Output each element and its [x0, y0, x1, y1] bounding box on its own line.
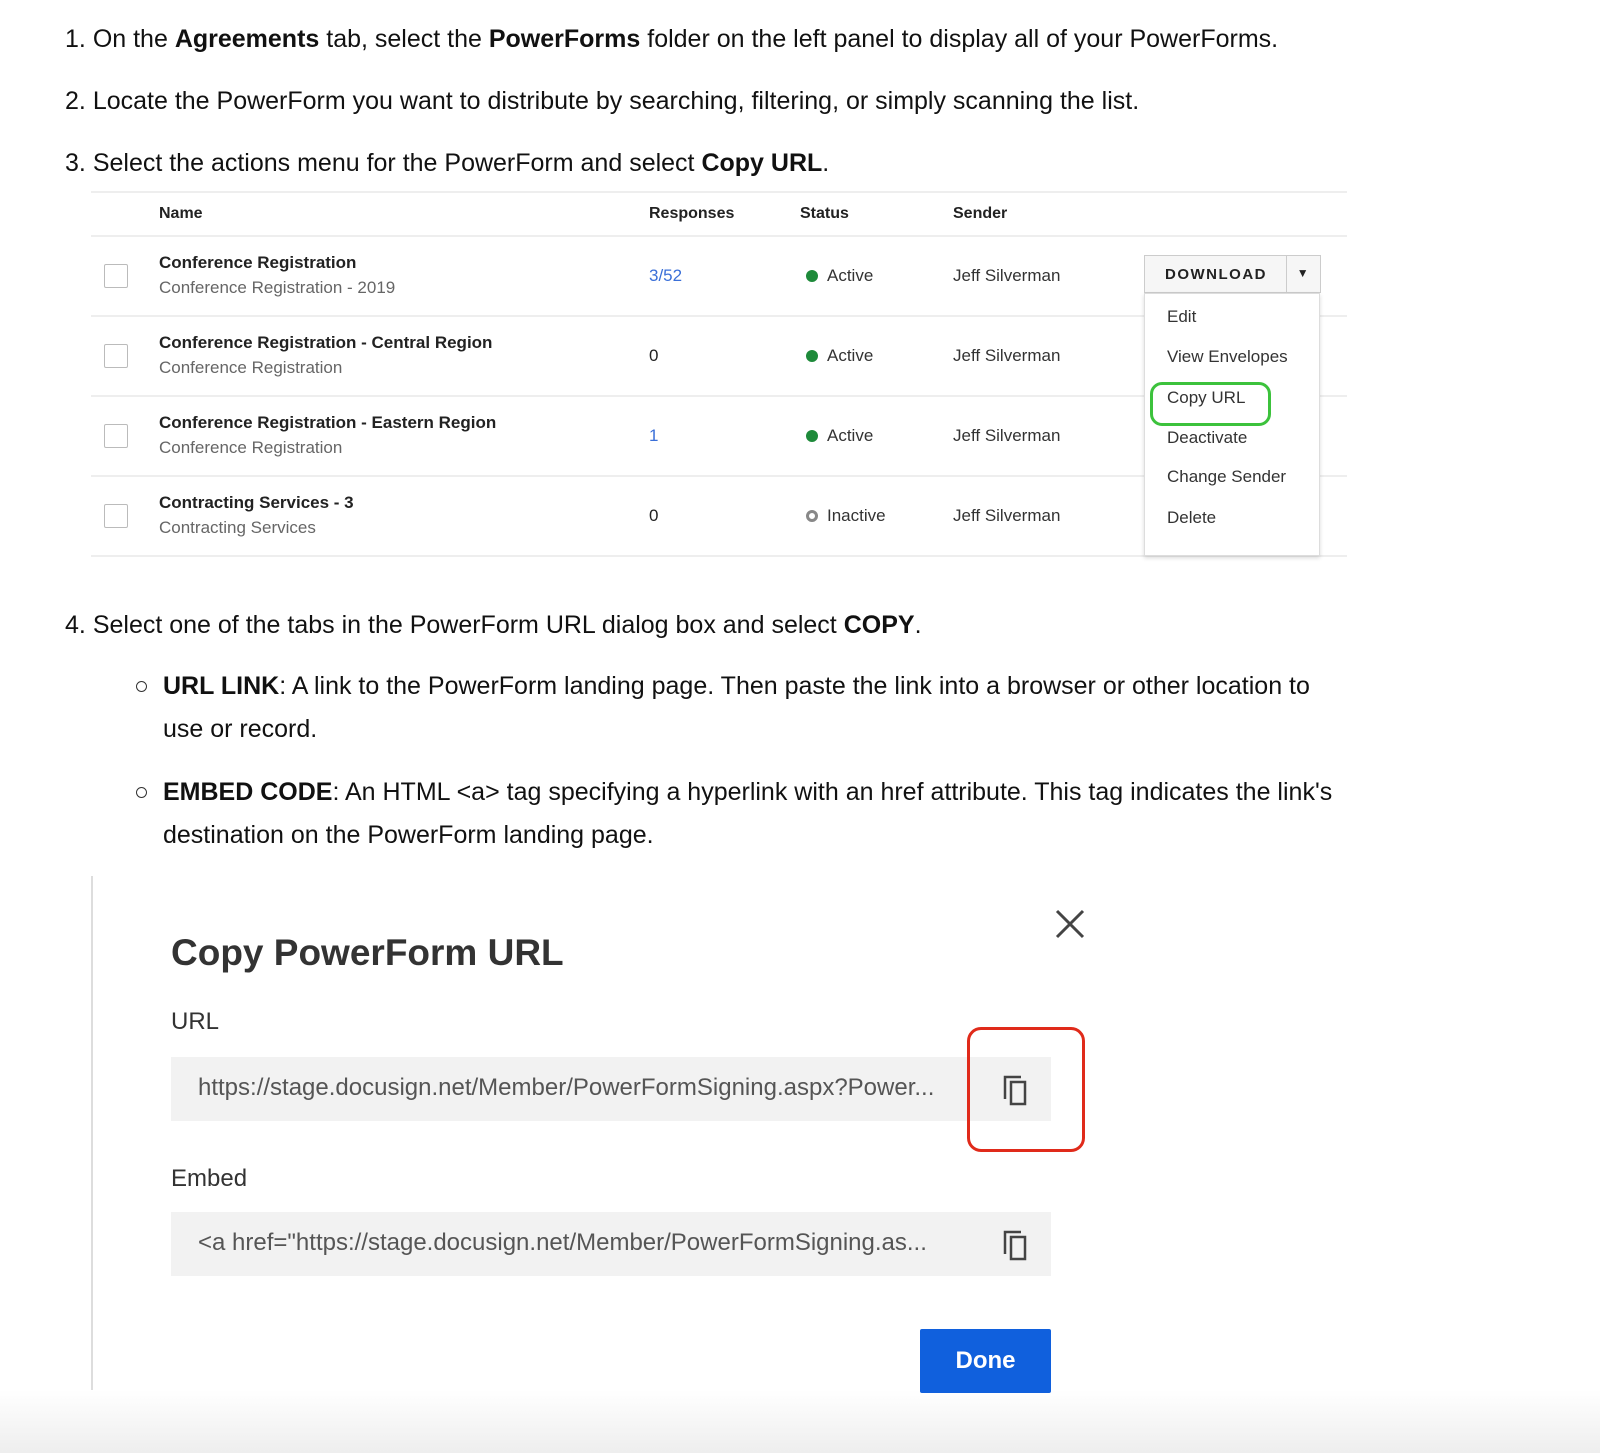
url-value: https://stage.docusign.net/Member/PowerF…: [198, 1074, 935, 1101]
step-3: 3. Select the actions menu for the Power…: [65, 149, 830, 177]
row-status: Active: [806, 426, 873, 446]
col-responses: Responses: [649, 205, 735, 222]
row-subtitle: Conference Registration - 2019: [159, 278, 396, 297]
dialog-border: [91, 876, 93, 1453]
embed-label: Embed: [171, 1165, 248, 1192]
row-checkbox[interactable]: [104, 424, 128, 448]
download-label: DOWNLOAD: [1165, 266, 1267, 283]
url-field[interactable]: https://stage.docusign.net/Member/PowerF…: [171, 1057, 1051, 1121]
status-dot-icon: [806, 350, 818, 362]
caret-down-icon[interactable]: ▼: [1286, 256, 1320, 292]
row-subtitle: Conference Registration: [159, 358, 343, 377]
row-checkbox[interactable]: [104, 344, 128, 368]
row-subtitle: Contracting Services: [159, 518, 316, 537]
copy-embed-icon[interactable]: [1001, 1228, 1031, 1262]
row-responses: 0: [649, 346, 659, 365]
row-name[interactable]: Conference Registration - Eastern Region: [159, 413, 496, 433]
row-checkbox[interactable]: [104, 504, 128, 528]
menu-item-view-envelopes[interactable]: View Envelopes: [1167, 347, 1288, 367]
row-sender: Jeff Silverman: [953, 426, 1061, 445]
step-1: 1. On the Agreements tab, select the Pow…: [65, 25, 1279, 53]
row-responses: 0: [649, 506, 659, 525]
copy-icon-highlight: [967, 1027, 1085, 1152]
row-name[interactable]: Conference Registration - Central Region: [159, 333, 492, 353]
table-header: Name Responses Status Sender: [91, 193, 1347, 237]
bullet-embed-code: EMBED CODE: An HTML <a> tag specifying a…: [136, 771, 1336, 857]
copy-url-highlight: [1150, 382, 1271, 426]
row-responses[interactable]: 1: [649, 426, 658, 446]
download-button[interactable]: DOWNLOAD ▼: [1144, 255, 1321, 293]
row-status: Active: [806, 346, 873, 366]
embed-value: <a href="https://stage.docusign.net/Memb…: [198, 1229, 927, 1256]
bottom-fade: [0, 1390, 1600, 1453]
col-status: Status: [800, 205, 849, 222]
done-button[interactable]: Done: [920, 1329, 1051, 1393]
row-status: Inactive: [806, 506, 886, 526]
step-2: 2. Locate the PowerForm you want to dist…: [65, 87, 1140, 115]
menu-item-deactivate[interactable]: Deactivate: [1167, 428, 1247, 448]
row-subtitle: Conference Registration: [159, 438, 343, 457]
menu-item-edit[interactable]: Edit: [1167, 307, 1196, 327]
embed-field[interactable]: <a href="https://stage.docusign.net/Memb…: [171, 1212, 1051, 1276]
row-status: Active: [806, 266, 873, 286]
col-sender: Sender: [953, 205, 1008, 222]
row-sender: Jeff Silverman: [953, 266, 1061, 285]
row-checkbox[interactable]: [104, 264, 128, 288]
row-sender: Jeff Silverman: [953, 346, 1061, 365]
row-responses[interactable]: 3/52: [649, 266, 682, 286]
status-dot-icon: [806, 270, 818, 282]
menu-item-delete[interactable]: Delete: [1167, 508, 1216, 528]
bullet-url-link: URL LINK: A link to the PowerForm landin…: [136, 665, 1336, 751]
menu-item-change-sender[interactable]: Change Sender: [1167, 467, 1286, 487]
bullet-icon: [136, 787, 147, 798]
close-icon[interactable]: [1054, 908, 1086, 940]
row-name[interactable]: Conference Registration: [159, 253, 356, 273]
url-label: URL: [171, 1008, 220, 1035]
bullet-icon: [136, 681, 147, 692]
step-4: 4. Select one of the tabs in the PowerFo…: [65, 611, 922, 639]
dialog-title: Copy PowerForm URL: [171, 932, 564, 973]
status-dot-icon: [806, 430, 818, 442]
status-inactive-icon: [806, 510, 818, 522]
col-name: Name: [159, 205, 203, 222]
row-sender: Jeff Silverman: [953, 506, 1061, 525]
row-name[interactable]: Contracting Services - 3: [159, 493, 354, 513]
